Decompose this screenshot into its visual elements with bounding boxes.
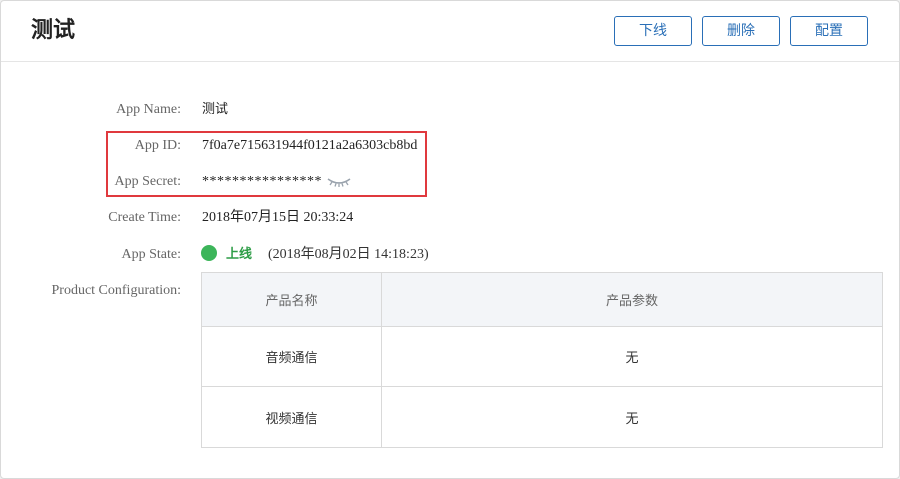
- app-id-label: App ID:: [134, 138, 181, 153]
- table-cell: 音频通信: [202, 327, 382, 386]
- table-cell: 无: [625, 411, 639, 427]
- app-detail-panel: 测试 下线 删除 配置 App Name: 测试 App ID: 7f0a7e7…: [0, 0, 900, 479]
- app-name-label: App Name:: [116, 102, 181, 117]
- app-state-time: (2018年08月02日 14:18:23): [268, 247, 429, 262]
- app-state-label: App State:: [121, 247, 182, 262]
- app-secret-value: ****************: [202, 174, 322, 189]
- table-cell: 无: [625, 351, 639, 366]
- column-header: 产品名称: [202, 273, 382, 326]
- table-header-row: 产品名称 产品参数: [202, 273, 882, 327]
- eye-closed-icon[interactable]: [326, 175, 352, 189]
- table-row: 音频通信 无: [202, 327, 882, 387]
- product-config-table: 产品名称 产品参数 音频通信 无 视频通信 无: [201, 272, 883, 448]
- app-name-value: 测试: [202, 102, 229, 117]
- config-button[interactable]: 配置: [790, 16, 868, 46]
- table-row: 视频通信 无: [202, 387, 882, 447]
- status-dot-icon: [201, 245, 217, 261]
- product-config-label: Product Configuration:: [51, 283, 182, 298]
- column-header: 产品参数: [605, 294, 658, 309]
- page-header: 测试 下线 删除 配置: [1, 1, 899, 62]
- page-title: 测试: [31, 18, 76, 43]
- create-time-label: Create Time:: [108, 210, 181, 225]
- table-cell: 视频通信: [202, 387, 382, 447]
- app-id-value: 7f0a7e715631944f0121a2a6303cb8bd: [202, 138, 418, 153]
- app-state-value: 上线: [226, 247, 253, 262]
- app-secret-label: App Secret:: [114, 174, 181, 189]
- delete-button[interactable]: 删除: [702, 16, 780, 46]
- offline-button[interactable]: 下线: [614, 16, 692, 46]
- create-time-value: 2018年07月15日 20:33:24: [202, 210, 354, 225]
